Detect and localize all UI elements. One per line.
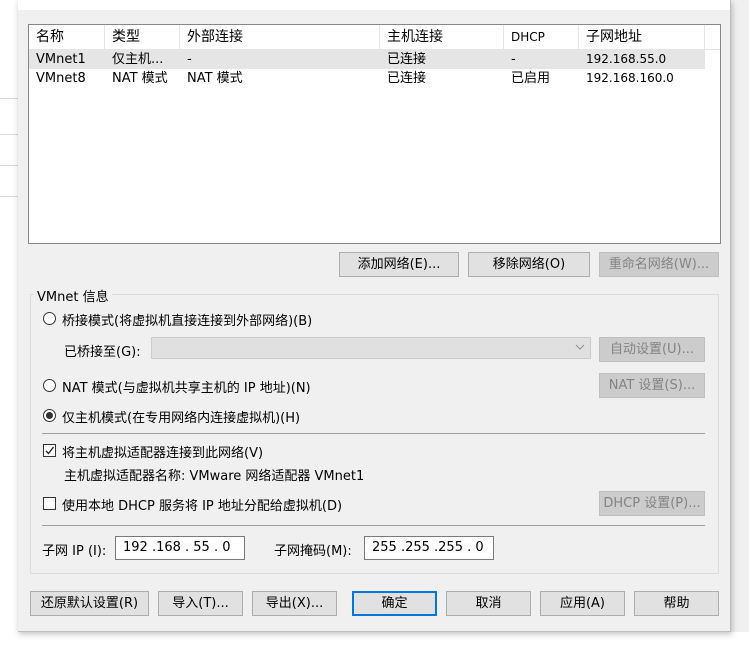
background-divider: [0, 196, 18, 197]
export-button[interactable]: 导出(X)...: [252, 591, 337, 616]
help-button[interactable]: 帮助: [634, 591, 719, 616]
column-header-external[interactable]: 外部连接: [180, 25, 380, 49]
bridged-to-dropdown[interactable]: [151, 337, 591, 359]
background-divider: [0, 98, 18, 99]
adapter-name-text: 主机虚拟适配器名称: VMware 网络适配器 VMnet1: [64, 469, 365, 484]
cell-type: NAT 模式: [112, 71, 168, 86]
background-divider: [0, 134, 18, 135]
divider: [42, 525, 705, 526]
cell-subnet: 192.168.160.0: [586, 71, 674, 85]
ok-button[interactable]: 确定: [352, 591, 437, 616]
column-header-host[interactable]: 主机连接: [380, 25, 504, 49]
subnet-ip-label: 子网 IP (I):: [42, 544, 107, 559]
remove-network-button[interactable]: 移除网络(O): [468, 252, 590, 277]
list-header: 名称 类型 外部连接 主机连接 DHCP 子网地址: [29, 25, 720, 50]
title-bar: [18, 0, 730, 10]
subnet-mask-label: 子网掩码(M):: [274, 544, 352, 559]
rename-network-button[interactable]: 重命名网络(W)...: [599, 252, 719, 277]
background-area: [18, 632, 749, 653]
divider: [42, 433, 705, 434]
restore-defaults-button[interactable]: 还原默认设置(R): [30, 591, 149, 616]
auto-settings-button[interactable]: 自动设置(U)...: [599, 337, 705, 362]
dhcp-settings-button[interactable]: DHCP 设置(P)...: [599, 491, 705, 516]
cell-subnet: 192.168.55.0: [586, 52, 667, 66]
nat-settings-button[interactable]: NAT 设置(S)...: [599, 373, 705, 398]
vmnet-info-title: VMnet 信息: [34, 286, 112, 305]
cell-name: VMnet8: [36, 71, 86, 86]
cell-type: 仅主机...: [112, 52, 164, 67]
cell-host: 已连接: [387, 71, 427, 86]
cancel-button[interactable]: 取消: [446, 591, 531, 616]
host-only-mode-radio[interactable]: [43, 409, 56, 422]
connect-adapter-checkbox[interactable]: [43, 444, 56, 457]
column-header-type[interactable]: 类型: [105, 25, 180, 49]
column-header-name[interactable]: 名称: [29, 25, 105, 49]
cell-host: 已连接: [387, 52, 427, 67]
nat-mode-label[interactable]: NAT 模式(与虚拟机共享主机的 IP 地址)(N): [62, 377, 311, 396]
import-button[interactable]: 导入(T)...: [158, 591, 243, 616]
apply-button[interactable]: 应用(A): [540, 591, 625, 616]
cell-external: NAT 模式: [187, 71, 243, 86]
vmnet-info-group: [30, 294, 719, 574]
nat-mode-radio[interactable]: [43, 379, 56, 392]
host-only-mode-label[interactable]: 仅主机模式(在专用网络内连接虚拟机)(H): [62, 407, 300, 426]
add-network-button[interactable]: 添加网络(E)...: [339, 252, 459, 277]
bridged-mode-radio[interactable]: [43, 312, 56, 325]
network-list[interactable]: 名称 类型 外部连接 主机连接 DHCP 子网地址 VMnet1 仅主机... …: [28, 24, 721, 244]
column-header-dhcp[interactable]: DHCP: [504, 25, 579, 49]
radio-selected-dot: [46, 412, 53, 419]
cell-dhcp: -: [511, 52, 516, 67]
subnet-ip-field[interactable]: 192 .168 . 55 . 0: [115, 536, 245, 560]
column-header-subnet[interactable]: 子网地址: [579, 25, 705, 49]
dhcp-checkbox[interactable]: [43, 497, 56, 510]
connect-adapter-label[interactable]: 将主机虚拟适配器连接到此网络(V): [62, 442, 263, 461]
cell-name: VMnet1: [36, 52, 86, 67]
cell-dhcp: 已启用: [511, 71, 551, 86]
background-divider: [0, 165, 18, 166]
chevron-down-icon: [575, 344, 585, 350]
network-row-vmnet1[interactable]: VMnet1 仅主机... - 已连接 - 192.168.55.0: [29, 50, 705, 69]
network-row-vmnet8[interactable]: VMnet8 NAT 模式 NAT 模式 已连接 已启用 192.168.160…: [29, 69, 705, 88]
cell-external: -: [187, 52, 192, 67]
subnet-mask-field[interactable]: 255 .255 .255 . 0: [364, 536, 494, 560]
bridged-to-label: 已桥接至(G):: [64, 345, 141, 360]
bridged-mode-label[interactable]: 桥接模式(将虚拟机直接连接到外部网络)(B): [62, 310, 312, 329]
checkmark-icon: [45, 446, 55, 455]
dhcp-label[interactable]: 使用本地 DHCP 服务将 IP 地址分配给虚拟机(D): [62, 495, 342, 514]
